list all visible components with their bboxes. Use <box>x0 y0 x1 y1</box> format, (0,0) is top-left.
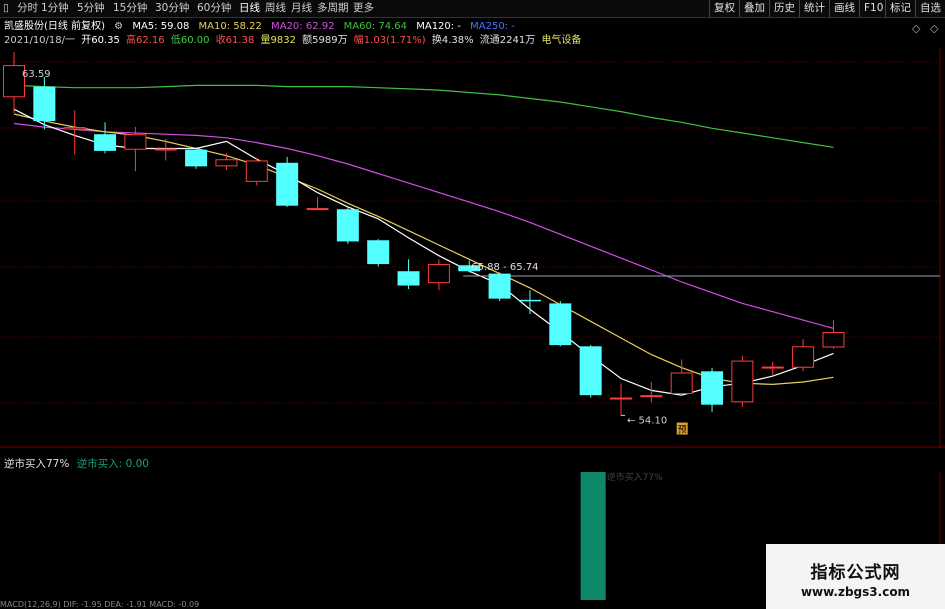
range-label: 65.88 - 65.74 <box>471 262 538 273</box>
period-tab-3[interactable]: 15分钟 <box>113 1 147 16</box>
ma5-label: MA5: 59.08 <box>132 21 190 32</box>
quote-turnover: 换4.38% <box>431 35 474 46</box>
period-tab-6[interactable]: 日线 <box>239 1 260 16</box>
candle-body-16 <box>488 273 511 299</box>
ma60-label: MA60: 74.64 <box>343 21 408 32</box>
diamond-icon[interactable]: ◇ <box>912 22 920 35</box>
candle-body-2 <box>63 127 86 130</box>
period-tab-10[interactable]: 更多 <box>353 1 374 16</box>
candle-body-23 <box>701 371 724 405</box>
signal-badge-text: 预 <box>678 425 687 436</box>
ma-legend-row: 凯盛股份(日线 前复权) ⚙ MA5: 59.08 MA10: 58.22 MA… <box>4 20 521 33</box>
settings-gear-icon[interactable]: ⚙ <box>114 20 123 33</box>
candle-body-5 <box>154 148 177 151</box>
period-tab-4[interactable]: 30分钟 <box>155 1 189 16</box>
period-toolbar: ▯ 分时 1分钟 5分钟 15分钟 30分钟 60分钟 日线 周线 月线 多周期 更多 自选 标记 F10 画… <box>0 0 945 18</box>
candle-body-6 <box>185 149 208 167</box>
period-tab-0[interactable]: 分时 <box>17 1 38 16</box>
candle-body-3 <box>94 134 117 151</box>
quote-low: 低60.00 <box>170 35 210 46</box>
candle-body-27 <box>822 332 845 348</box>
ma120-label: MA120: - <box>416 21 461 32</box>
indicator-bar-annotation: 逆市买入77% <box>607 472 663 483</box>
candle-body-18 <box>549 303 572 346</box>
candle-body-20 <box>610 397 632 400</box>
ma5-line <box>13 108 834 396</box>
quote-amount: 额5989万 <box>302 35 348 46</box>
quote-date: 2021/10/18/一 <box>4 35 76 46</box>
candle-body-7 <box>215 159 238 167</box>
candle-body-14 <box>427 264 450 284</box>
candle-body-4 <box>124 134 147 150</box>
period-tab-7[interactable]: 周线 <box>265 1 286 16</box>
candle-body-12 <box>367 240 390 265</box>
indicator-bar-19 <box>580 472 606 600</box>
period-tab-5[interactable]: 60分钟 <box>197 1 231 16</box>
quote-close: 收61.38 <box>215 35 255 46</box>
quote-float-cap: 流通2241万 <box>479 35 536 46</box>
toolbar-button-4[interactable]: 画线 <box>829 0 859 17</box>
quote-high: 高62.16 <box>126 35 165 46</box>
watermark-title: 指标公式网 <box>810 563 901 583</box>
indicator-name[interactable]: 逆市买入77% <box>4 458 69 470</box>
period-tab-2[interactable]: 5分钟 <box>77 1 105 16</box>
low-price-label: ← 54.10 <box>627 415 667 426</box>
toolbar-button-0[interactable]: 复权 <box>709 0 739 17</box>
toolbar-button-1[interactable]: 叠加 <box>739 0 769 17</box>
candle-body-24 <box>731 360 754 403</box>
period-tab-1[interactable]: 1分钟 <box>41 1 69 16</box>
period-tab-9[interactable]: 多周期 <box>317 1 349 16</box>
indicator-header: 逆市买入77% 逆市买入: 0.00 <box>4 458 149 471</box>
ma20-label: MA20: 62.92 <box>271 21 335 32</box>
quote-open: 开60.35 <box>81 35 120 46</box>
toolbar-button-6[interactable]: 标记 <box>885 0 915 17</box>
stock-name: 凯盛股份(日线 前复权) <box>4 21 105 32</box>
quote-change: 幅1.03(1.71%) <box>353 35 426 46</box>
toolbar-button-3[interactable]: 统计 <box>799 0 829 17</box>
ma20-line <box>13 122 834 329</box>
panel-toggle-icon[interactable]: ▯ <box>3 1 9 16</box>
candle-body-22 <box>670 372 693 394</box>
candle-body-17 <box>518 299 541 302</box>
candlestick-chart[interactable]: 63.59 ← 54.10 65.88 - 65.74 预 <box>0 48 945 448</box>
toolbar-button-2[interactable]: 历史 <box>769 0 799 17</box>
ma10-label: MA10: 58.22 <box>198 21 262 32</box>
ma250-label: MA250: - <box>470 21 515 32</box>
toolbar-button-5[interactable]: F10 <box>859 0 887 17</box>
candle-body-25 <box>761 366 784 369</box>
watermark-logo: 指标公式网 www.zbgs3.com <box>766 544 945 609</box>
candle-body-13 <box>397 271 420 286</box>
toolbar-button-7[interactable]: 自选 <box>915 0 945 17</box>
macd-header: MACD(12,26,9) DIF: -1.95 DEA: -1.91 MACD… <box>0 600 200 609</box>
period-tab-8[interactable]: 月线 <box>291 1 312 16</box>
candle-body-21 <box>640 395 663 398</box>
watermark-url: www.zbgs3.com <box>800 585 911 599</box>
quote-volume: 量9832 <box>260 35 296 46</box>
candle-body-8 <box>245 160 268 182</box>
quote-sector[interactable]: 电气设备 <box>541 34 581 47</box>
candle-body-19 <box>579 346 602 396</box>
indicator-value: 逆市买入: 0.00 <box>76 458 149 470</box>
candle-body-9 <box>276 162 299 206</box>
ma10-line <box>13 113 834 386</box>
candle-body-10 <box>306 208 329 211</box>
high-price-label: 63.59 <box>22 69 51 80</box>
candle-body-1 <box>33 86 56 122</box>
quote-info-row: 2021/10/18/一 开60.35 高62.16 低60.00 收61.38… <box>4 34 584 47</box>
candle-body-11 <box>336 209 359 242</box>
collapse-arrow-icon[interactable]: ◇ <box>930 22 938 35</box>
candle-body-26 <box>792 346 815 368</box>
